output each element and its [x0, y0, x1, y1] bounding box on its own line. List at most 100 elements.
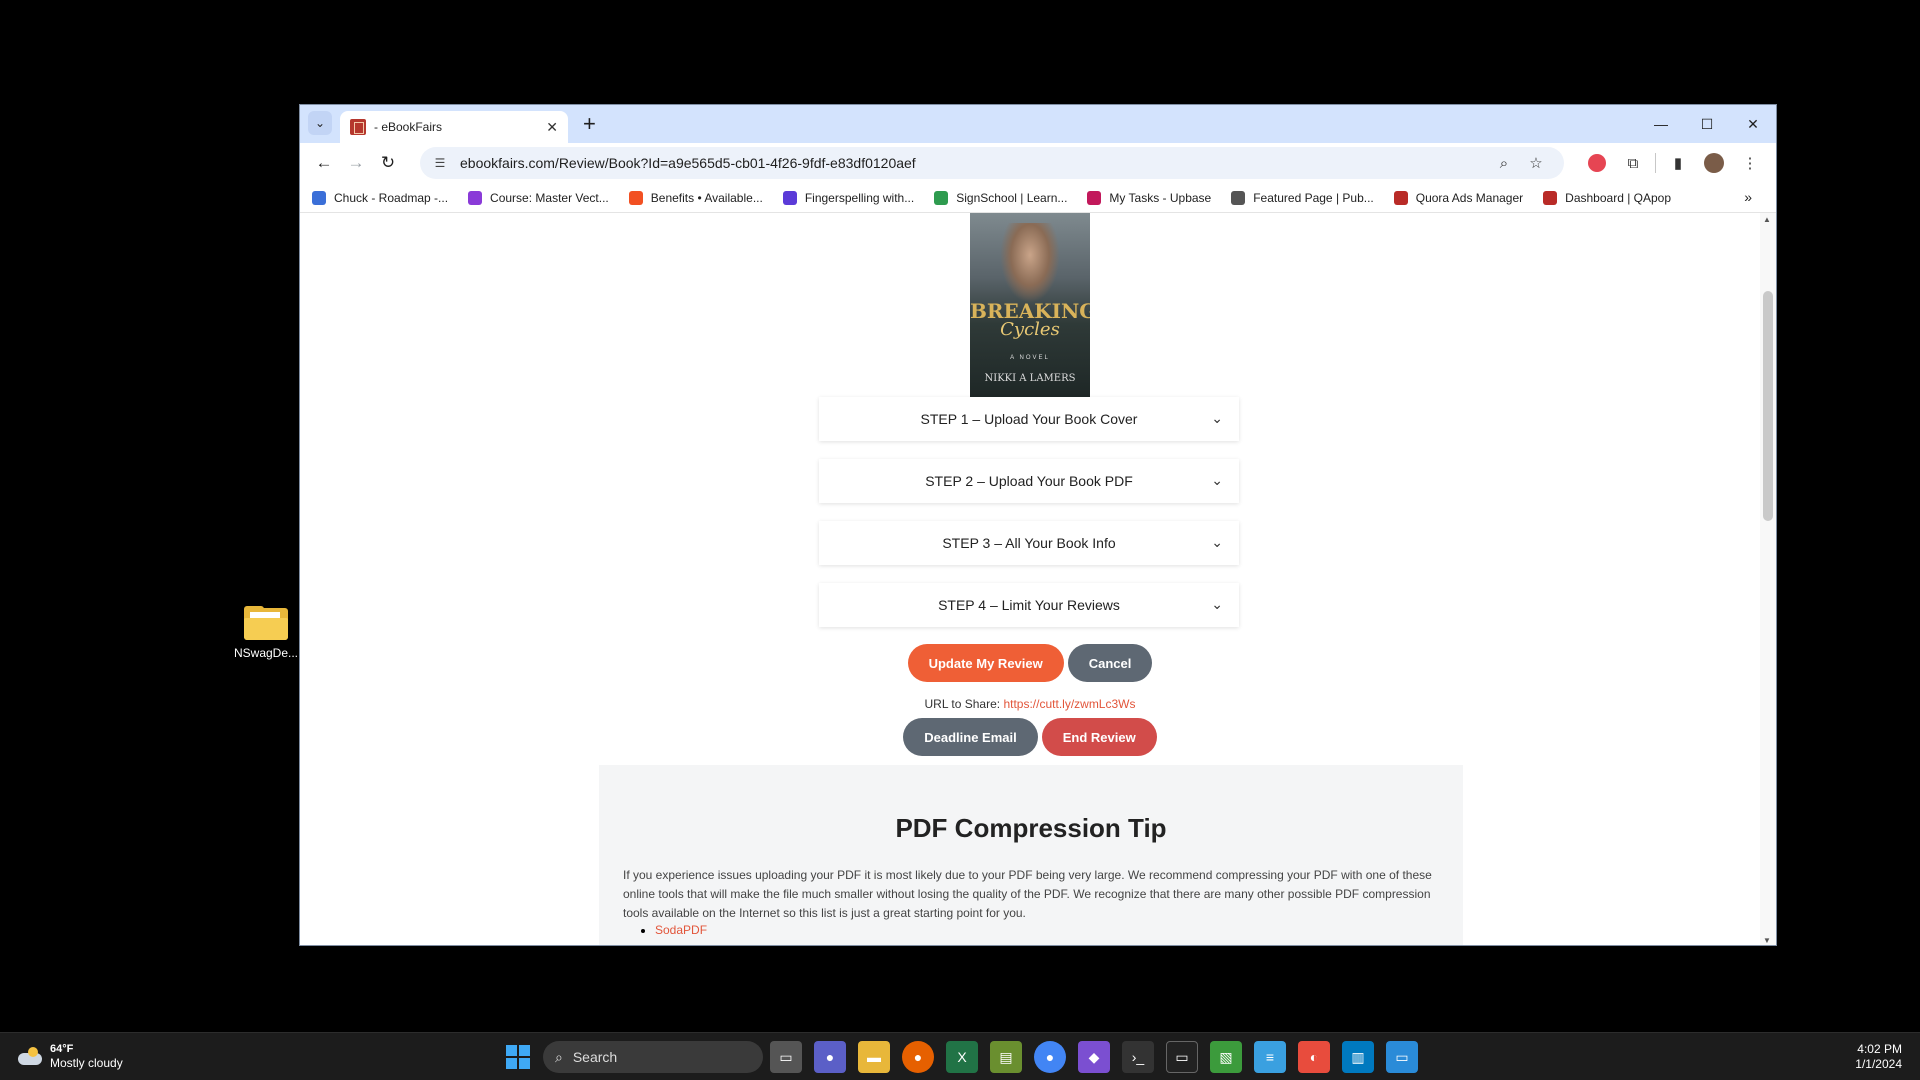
new-tab-button[interactable]: +	[583, 112, 596, 136]
sodapdf-link[interactable]: SodaPDF	[655, 923, 707, 937]
cancel-button[interactable]: Cancel	[1067, 644, 1153, 682]
firefox-icon[interactable]: ●	[902, 1041, 934, 1073]
app-icon[interactable]: ▧	[1210, 1041, 1242, 1073]
review-admin-row: Deadline Email End Review	[300, 718, 1760, 756]
bookmark-item[interactable]: SignSchool | Learn...	[934, 190, 1067, 205]
more-bookmarks-icon[interactable]: »	[1744, 189, 1752, 205]
share-url-line: URL to Share: https://cutt.ly/zwmLc3Ws	[300, 697, 1760, 711]
app-icon[interactable]: ▭	[1386, 1041, 1418, 1073]
share-label: URL to Share:	[924, 697, 1001, 711]
bookmark-favicon-icon	[1543, 190, 1558, 205]
share-url-link[interactable]: https://cutt.ly/zwmLc3Ws	[1003, 697, 1135, 711]
taskbar-search[interactable]: ⌕ Search	[543, 1041, 763, 1073]
chevron-down-icon: ⌄	[1211, 534, 1223, 550]
minimize-button[interactable]: —	[1638, 105, 1684, 143]
tab-search-dropdown[interactable]: ⌄	[308, 111, 332, 135]
tab-strip: ⌄ - eBookFairs ✕ + — ☐ ✕	[300, 105, 1776, 143]
extensions-puzzle-icon[interactable]: ⧉	[1615, 155, 1651, 172]
step-1-upload-cover[interactable]: STEP 1 – Upload Your Book Cover ⌄	[819, 397, 1239, 441]
tip-title: PDF Compression Tip	[895, 813, 1167, 843]
temperature: 64°F	[50, 1043, 74, 1055]
weather-widget[interactable]: 64°F Mostly cloudy	[16, 1043, 123, 1070]
bookmark-item[interactable]: Featured Page | Pub...	[1231, 190, 1374, 205]
desktop-icon-label: NSwagDe...	[233, 646, 299, 660]
bookmark-favicon-icon	[1231, 190, 1246, 205]
bookmark-favicon-icon	[1087, 190, 1102, 205]
tab-close-icon[interactable]: ✕	[546, 119, 558, 136]
excel-like-app-icon[interactable]: X	[946, 1041, 978, 1073]
bookmark-item[interactable]: Course: Master Vect...	[468, 190, 609, 205]
deadline-email-button[interactable]: Deadline Email	[903, 718, 1038, 756]
system-clock[interactable]: 4:02 PM 1/1/2024	[1855, 1042, 1902, 1072]
bookmark-star-icon[interactable]: ☆	[1520, 154, 1552, 172]
task-view-icon[interactable]: ▭	[770, 1041, 802, 1073]
bookmarks-bar: Chuck - Roadmap -... Course: Master Vect.…	[300, 183, 1776, 213]
console-icon[interactable]: ▭	[1166, 1041, 1198, 1073]
search-placeholder: Search	[572, 1049, 618, 1065]
close-window-button[interactable]: ✕	[1730, 105, 1776, 143]
zoom-icon[interactable]: ⌕	[1488, 155, 1520, 172]
browser-toolbar: ← → ↻ ☰ ebookfairs.com/Review/Book?Id=a9…	[300, 143, 1776, 183]
bookmark-favicon-icon	[312, 190, 326, 205]
reload-button[interactable]: ↻	[372, 147, 404, 179]
bookmark-favicon-icon	[628, 190, 643, 205]
step-4-limit-reviews[interactable]: STEP 4 – Limit Your Reviews ⌄	[819, 583, 1239, 627]
page-scrollbar[interactable]: ▲ ▼	[1760, 213, 1776, 945]
bookmark-item[interactable]: Benefits • Available...	[628, 190, 763, 205]
review-action-row: Update My Review Cancel	[300, 644, 1760, 682]
tab-title: - eBookFairs	[374, 120, 443, 134]
bookmark-item[interactable]: My Tasks - Upbase	[1087, 190, 1211, 205]
forward-button[interactable]: →	[340, 147, 372, 179]
address-bar[interactable]: ☰ ebookfairs.com/Review/Book?Id=a9e565d5…	[420, 147, 1564, 179]
profile-avatar[interactable]	[1704, 153, 1724, 173]
clock-date: 1/1/2024	[1855, 1057, 1902, 1071]
app-icon[interactable]: ◐	[1298, 1041, 1330, 1073]
visual-studio-icon[interactable]: ◆	[1078, 1041, 1110, 1073]
browser-window: ⌄ - eBookFairs ✕ + — ☐ ✕ ← → ↻ ☰ ebookfa…	[299, 104, 1777, 946]
start-button[interactable]	[506, 1045, 530, 1069]
book-cover-image: BREAKING Cycles A NOVEL NIKKI A LAMERS	[970, 213, 1090, 397]
bookmark-item[interactable]: Quora Ads Manager	[1393, 190, 1523, 205]
url-text[interactable]: ebookfairs.com/Review/Book?Id=a9e565d5-c…	[460, 155, 1488, 171]
bookmark-favicon-icon	[468, 190, 483, 205]
browser-menu-icon[interactable]: ⋮	[1732, 154, 1768, 172]
clock-time: 4:02 PM	[1857, 1042, 1902, 1056]
page-content: BREAKING Cycles A NOVEL NIKKI A LAMERS S…	[300, 213, 1776, 945]
bookmark-item[interactable]: Dashboard | QApop	[1543, 190, 1671, 205]
bookmark-favicon-icon	[934, 190, 949, 205]
bookmark-favicon-icon	[1393, 190, 1408, 205]
file-explorer-icon[interactable]: ▬	[858, 1041, 890, 1073]
end-review-button[interactable]: End Review	[1041, 718, 1157, 756]
notepad-icon[interactable]: ≡	[1254, 1041, 1286, 1073]
bookmark-item[interactable]: Chuck - Roadmap -...	[312, 190, 448, 205]
list-item: SodaPDF	[655, 923, 1439, 937]
chrome-icon[interactable]: ●	[1034, 1041, 1066, 1073]
chevron-down-icon: ⌄	[1211, 410, 1223, 426]
side-panel-icon[interactable]: ▮	[1660, 154, 1696, 172]
terminal-icon[interactable]: ›_	[1122, 1041, 1154, 1073]
active-tab[interactable]: - eBookFairs ✕	[340, 111, 568, 143]
step-3-book-info[interactable]: STEP 3 – All Your Book Info ⌄	[819, 521, 1239, 565]
search-icon: ⌕	[555, 1048, 563, 1065]
site-info-icon[interactable]: ☰	[432, 155, 448, 171]
ebookfairs-favicon-icon	[350, 119, 366, 135]
steps-accordion: STEP 1 – Upload Your Book Cover ⌄ STEP 2 …	[819, 397, 1239, 645]
trello-icon[interactable]: ▥	[1342, 1041, 1374, 1073]
desktop-folder-icon[interactable]: NSwagDe...	[228, 606, 304, 660]
maximize-button[interactable]: ☐	[1684, 105, 1730, 143]
taskbar: 64°F Mostly cloudy ⌕ Search ▭ ● ▬ ● X ▤ …	[0, 1032, 1920, 1080]
bookmark-item[interactable]: Fingerspelling with...	[782, 190, 914, 205]
step-2-upload-pdf[interactable]: STEP 2 – Upload Your Book PDF ⌄	[819, 459, 1239, 503]
chevron-down-icon: ⌄	[1211, 472, 1223, 488]
update-review-button[interactable]: Update My Review	[907, 644, 1064, 682]
extension-icon[interactable]	[1588, 154, 1606, 172]
app-icon[interactable]: ▤	[990, 1041, 1022, 1073]
bookmark-favicon-icon	[782, 190, 797, 205]
back-button[interactable]: ←	[308, 147, 340, 179]
chevron-down-icon: ⌄	[1211, 596, 1223, 612]
pdf-compression-tip: PDF Compression Tip If you experience is…	[599, 765, 1463, 945]
tip-text: If you experience issues uploading your …	[623, 868, 1432, 920]
cloudy-weather-icon	[16, 1046, 44, 1067]
scrollbar-thumb[interactable]	[1763, 291, 1773, 521]
teams-chat-icon[interactable]: ●	[814, 1041, 846, 1073]
